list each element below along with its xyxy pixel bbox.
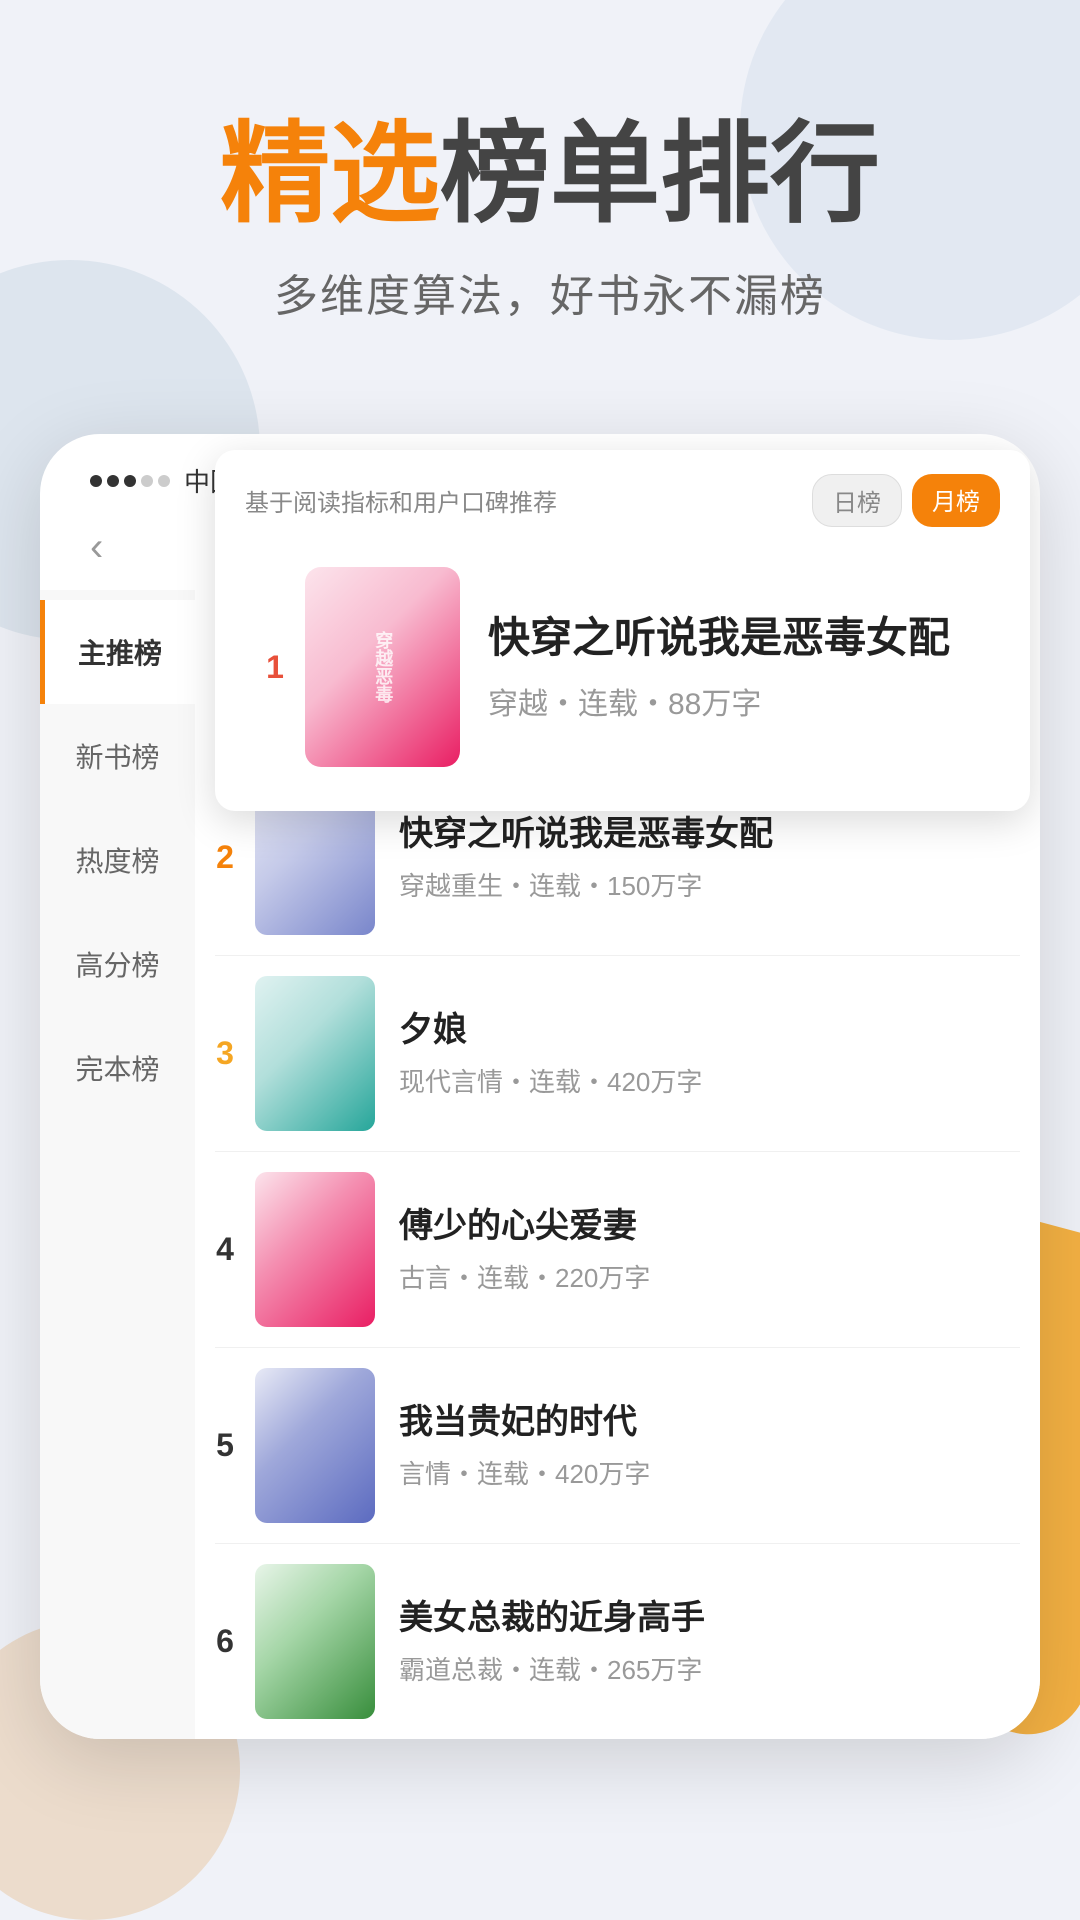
hero-subtitle: 多维度算法，好书永不漏榜 <box>80 260 1020 324</box>
sidebar-item-complete[interactable]: 完本榜 <box>40 1016 195 1120</box>
book-info-4: 傅少的心尖爱妻 古言・连载・220万字 <box>399 1204 1020 1295</box>
rank-number-1: 1 <box>245 649 305 686</box>
book-title-6: 美女总裁的近身高手 <box>399 1596 1020 1640</box>
book-info-1: 快穿之听说我是恶毒女配 穿越・连载・88万字 <box>488 611 980 724</box>
hero-title: 精选 榜单排行 <box>80 120 1020 230</box>
book-info-2: 快穿之听说我是恶毒女配 穿越重生・连载・150万字 <box>399 812 1020 903</box>
book-title-2: 快穿之听说我是恶毒女配 <box>399 812 1020 856</box>
signal-dot-2 <box>107 475 119 487</box>
back-icon[interactable]: ‹ <box>90 525 103 570</box>
book-cover-5 <box>255 1368 375 1523</box>
book-meta-5: 言情・连载・420万字 <box>399 1454 1020 1491</box>
book-meta-3: 现代言情・连载・420万字 <box>399 1062 1020 1099</box>
signal-dots <box>90 475 170 487</box>
sidebar: 主推榜 新书榜 热度榜 高分榜 完本榜 <box>40 590 195 1739</box>
signal-dot-1 <box>90 475 102 487</box>
book-meta-2: 穿越重生・连载・150万字 <box>399 866 1020 903</box>
book-cover-6 <box>255 1564 375 1719</box>
rank-number-4: 4 <box>195 1231 255 1268</box>
tab-day[interactable]: 日榜 <box>812 474 902 527</box>
sidebar-item-highscore[interactable]: 高分榜 <box>40 912 195 1016</box>
sidebar-item-hot[interactable]: 热度榜 <box>40 808 195 912</box>
book-info-6: 美女总裁的近身高手 霸道总裁・连载・265万字 <box>399 1596 1020 1687</box>
book-cover-4 <box>255 1172 375 1327</box>
tooltip-description: 基于阅读指标和用户口碑推荐 <box>245 483 557 518</box>
sidebar-item-new[interactable]: 新书榜 <box>40 704 195 808</box>
book-item-featured[interactable]: 1 穿越恶毒 快穿之听说我是恶毒女配 穿越・连载・88万字 <box>245 547 1000 787</box>
phone-content: 主推榜 新书榜 热度榜 高分榜 完本榜 基于阅读指标和用户口碑推荐 <box>40 590 1040 1739</box>
book-item-6[interactable]: 6 美女总裁的近身高手 霸道总裁・连载・265万字 <box>195 1544 1040 1739</box>
book-title-3: 夕娘 <box>399 1008 1020 1052</box>
tab-month[interactable]: 月榜 <box>912 474 1000 527</box>
book-item-5[interactable]: 5 我当贵妃的时代 言情・连载・420万字 <box>195 1348 1040 1543</box>
hero-title-dark: 榜单排行 <box>440 120 880 230</box>
book-item-4[interactable]: 4 傅少的心尖爱妻 古言・连载・220万字 <box>195 1152 1040 1347</box>
book-meta-1: 穿越・连载・88万字 <box>488 679 980 723</box>
hero-title-orange: 精选 <box>220 120 440 230</box>
book-title-4: 傅少的心尖爱妻 <box>399 1204 1020 1248</box>
book-meta-6: 霸道总裁・连载・265万字 <box>399 1650 1020 1687</box>
book-title-1: 快穿之听说我是恶毒女配 <box>488 611 980 666</box>
rank-number-3: 3 <box>195 1035 255 1072</box>
book-cover-1: 穿越恶毒 <box>305 567 460 767</box>
tooltip-header: 基于阅读指标和用户口碑推荐 日榜 月榜 <box>245 474 1000 527</box>
book-list: 2 快穿之听说我是恶毒女配 穿越重生・连载・150万字 3 <box>195 750 1040 1739</box>
cover-text-1: 穿越恶毒 <box>367 627 398 707</box>
rank-number-6: 6 <box>195 1623 255 1660</box>
book-cover-3 <box>255 976 375 1131</box>
rank-number-2: 2 <box>195 839 255 876</box>
signal-dot-3 <box>124 475 136 487</box>
book-item-3[interactable]: 3 夕娘 现代言情・连载・420万字 <box>195 956 1040 1151</box>
book-info-3: 夕娘 现代言情・连载・420万字 <box>399 1008 1020 1099</box>
rank-number-5: 5 <box>195 1427 255 1464</box>
hero-section: 精选 榜单排行 多维度算法，好书永不漏榜 <box>0 0 1080 384</box>
tooltip-tabs: 日榜 月榜 <box>812 474 1000 527</box>
book-info-5: 我当贵妃的时代 言情・连载・420万字 <box>399 1400 1020 1491</box>
sidebar-item-main[interactable]: 主推榜 <box>40 600 195 704</box>
book-meta-4: 古言・连载・220万字 <box>399 1258 1020 1295</box>
main-area: 基于阅读指标和用户口碑推荐 日榜 月榜 1 穿越恶毒 快穿之听 <box>195 590 1040 1739</box>
phone-mockup: 中国移动 ▲ 9:00 AM 75% ‹ ○ 主推榜 新书榜 热度榜 <box>40 434 1040 1739</box>
signal-dot-4 <box>141 475 153 487</box>
book-title-5: 我当贵妃的时代 <box>399 1400 1020 1444</box>
signal-dot-5 <box>158 475 170 487</box>
tooltip-popup: 基于阅读指标和用户口碑推荐 日榜 月榜 1 穿越恶毒 快穿之听 <box>215 450 1030 811</box>
